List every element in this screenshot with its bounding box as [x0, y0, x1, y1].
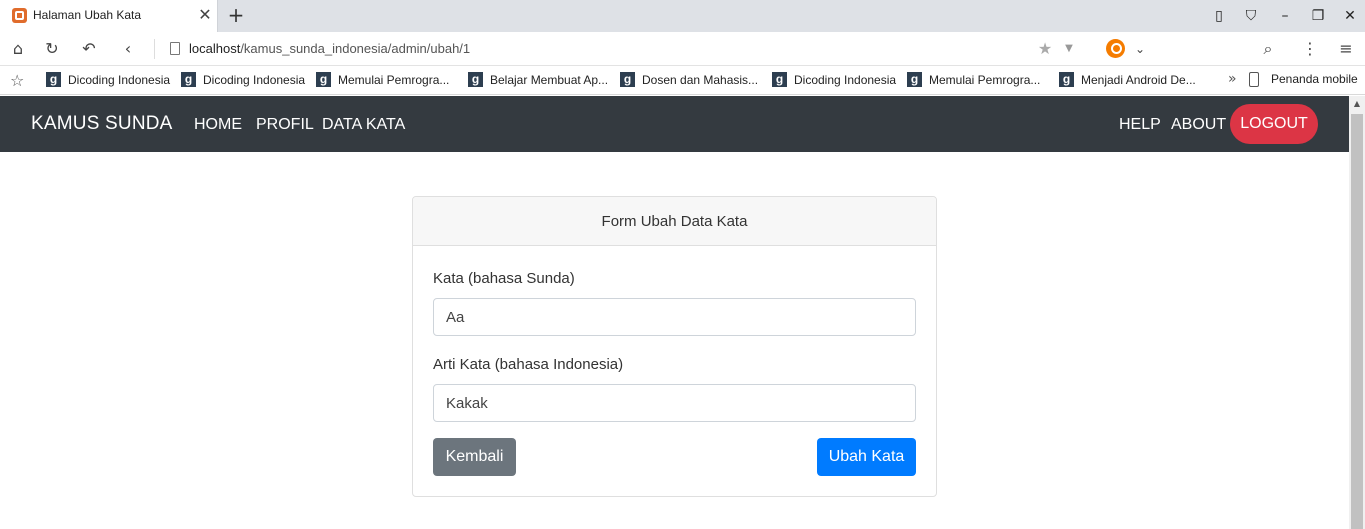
browser-tab[interactable]: Halaman Ubah Kata ✕: [0, 0, 218, 32]
mobile-bookmarks[interactable]: Penanda mobile: [1249, 72, 1358, 87]
bookmark-item[interactable]: g Belajar Membuat Ap...: [468, 72, 608, 89]
scroll-thumb[interactable]: [1351, 114, 1363, 529]
mobile-phone-icon: [1249, 72, 1259, 87]
xampp-favicon-icon: [12, 8, 27, 23]
shirt-icon[interactable]: ⛉: [1241, 6, 1261, 26]
page-content: KAMUS SUNDA HOME PROFIL DATA KATA HELP A…: [0, 96, 1349, 529]
home-icon[interactable]: ⌂: [8, 39, 28, 59]
url-host: localhost: [189, 41, 241, 56]
menu-dots-icon[interactable]: ⋮: [1300, 39, 1320, 59]
dicoding-icon: g: [316, 72, 331, 87]
kata-input[interactable]: [433, 298, 916, 336]
arti-input[interactable]: [433, 384, 916, 422]
back-icon[interactable]: ‹: [118, 39, 138, 59]
page-icon: [170, 42, 180, 55]
site-navbar: KAMUS SUNDA HOME PROFIL DATA KATA HELP A…: [0, 96, 1349, 152]
submit-button[interactable]: Ubah Kata: [817, 438, 916, 476]
form-title: Form Ubah Data Kata: [601, 213, 748, 230]
back-button[interactable]: Kembali: [433, 438, 516, 476]
arti-label: Arti Kata (bahasa Indonesia): [433, 356, 624, 373]
dropdown-icon[interactable]: ▼: [1059, 39, 1079, 59]
close-tab-icon[interactable]: ✕: [196, 6, 214, 24]
bookmark-item[interactable]: g Dicoding Indonesia: [181, 72, 305, 89]
card-header: Form Ubah Data Kata: [413, 197, 936, 246]
dicoding-icon: g: [1059, 72, 1074, 87]
nav-profil[interactable]: PROFIL: [256, 116, 314, 134]
scrollbar[interactable]: ▲: [1349, 96, 1365, 529]
bookmark-item[interactable]: g Dosen dan Mahasis...: [620, 72, 758, 89]
address-field[interactable]: localhost/kamus_sunda_indonesia/admin/ub…: [189, 41, 470, 56]
bookmark-star-icon[interactable]: ★: [1035, 39, 1055, 59]
bookmark-item[interactable]: g Memulai Pemrogra...: [316, 72, 449, 89]
restore-icon[interactable]: ❐: [1308, 6, 1328, 26]
dicoding-icon: g: [468, 72, 483, 87]
edit-word-form-card: Form Ubah Data Kata Kata (bahasa Sunda) …: [412, 196, 937, 497]
tab-title: Halaman Ubah Kata: [33, 8, 142, 22]
kata-label: Kata (bahasa Sunda): [433, 270, 575, 287]
search-icon[interactable]: ⌕: [1258, 39, 1278, 59]
url-path: /kamus_sunda_indonesia/admin/ubah/1: [240, 41, 471, 56]
address-toolbar: ⌂ ↻ ↶ ‹ localhost/kamus_sunda_indonesia/…: [0, 32, 1365, 66]
bookmarks-bar: ☆ g Dicoding Indonesia g Dicoding Indonesi…: [0, 66, 1365, 95]
new-tab-icon[interactable]: +: [226, 5, 246, 25]
dicoding-icon: g: [181, 72, 196, 87]
site-brand[interactable]: KAMUS SUNDA: [31, 113, 173, 135]
search-engine-icon[interactable]: [1106, 39, 1125, 58]
chevron-down-icon[interactable]: ⌄: [1130, 39, 1150, 59]
tile-window-icon[interactable]: ▯: [1209, 6, 1229, 26]
undo-icon[interactable]: ↶: [79, 39, 99, 59]
close-window-icon[interactable]: ✕: [1340, 6, 1360, 26]
minimize-icon[interactable]: –: [1275, 6, 1295, 26]
dicoding-icon: g: [46, 72, 61, 87]
logout-button[interactable]: LOGOUT: [1230, 104, 1318, 144]
hamburger-menu-icon[interactable]: ≡: [1336, 39, 1356, 59]
bookmark-item[interactable]: g Menjadi Android De...: [1059, 72, 1196, 89]
bookmarks-overflow-icon[interactable]: »: [1228, 71, 1237, 87]
nav-data-kata[interactable]: DATA KATA: [322, 116, 405, 134]
dicoding-icon: g: [620, 72, 635, 87]
bookmarks-star-icon[interactable]: ☆: [10, 71, 24, 90]
scroll-up-icon[interactable]: ▲: [1349, 96, 1365, 112]
nav-about[interactable]: ABOUT: [1171, 116, 1226, 134]
reload-icon[interactable]: ↻: [42, 39, 62, 59]
dicoding-icon: g: [907, 72, 922, 87]
bookmark-item[interactable]: g Dicoding Indonesia: [46, 72, 170, 89]
nav-help[interactable]: HELP: [1119, 116, 1161, 134]
toolbar-divider: [154, 39, 155, 59]
dicoding-icon: g: [772, 72, 787, 87]
nav-home[interactable]: HOME: [194, 116, 242, 134]
bookmark-item[interactable]: g Dicoding Indonesia: [772, 72, 896, 89]
tab-strip: Halaman Ubah Kata ✕ + ▯ ⛉ – ❐ ✕: [0, 0, 1365, 32]
bookmark-item[interactable]: g Memulai Pemrogra...: [907, 72, 1040, 89]
